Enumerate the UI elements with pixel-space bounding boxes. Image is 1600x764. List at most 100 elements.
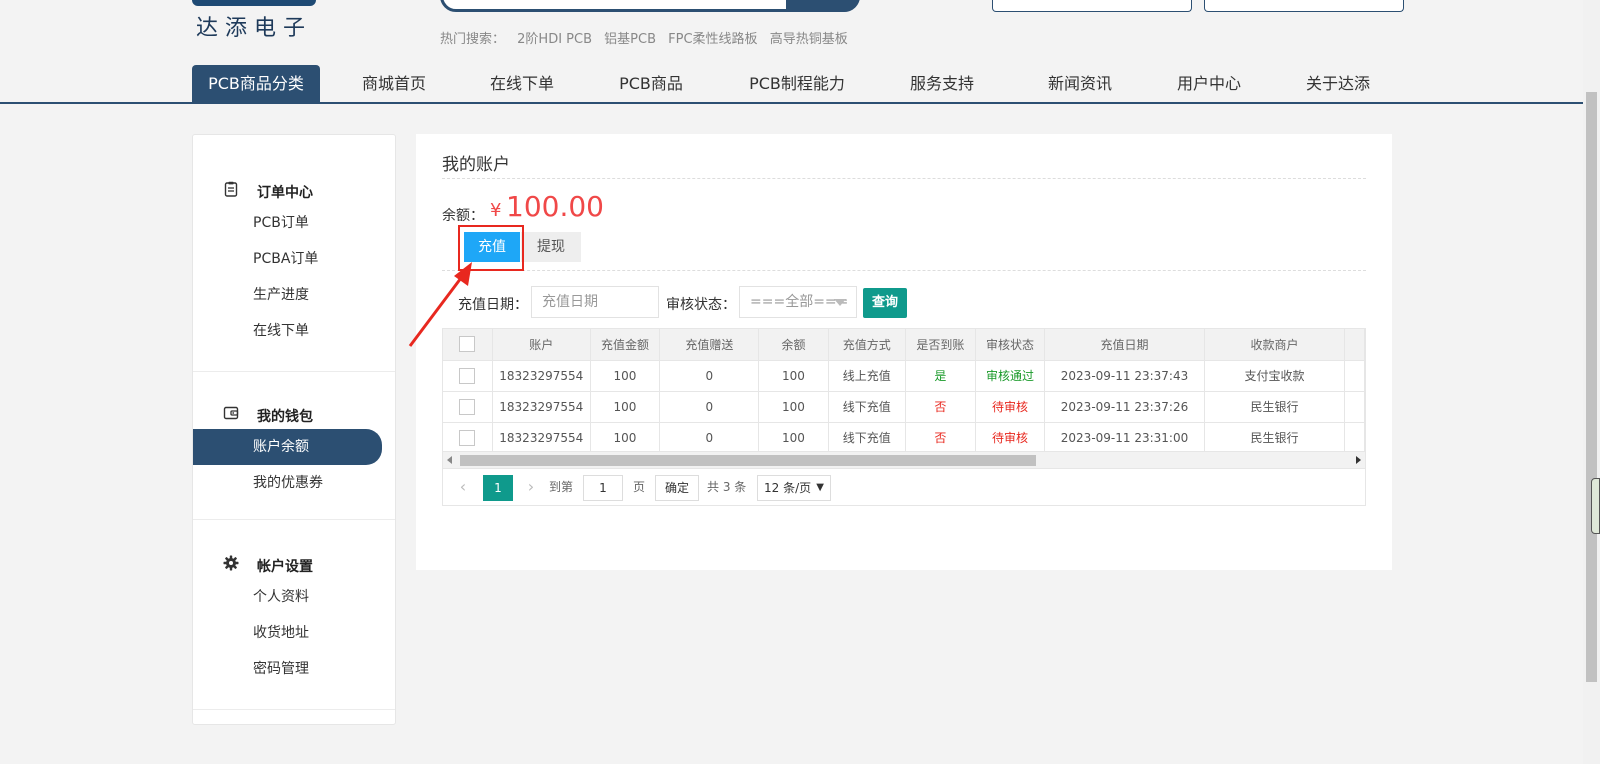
column-header: 余额 [758, 329, 829, 361]
nav-pcb-products[interactable]: PCB商品 [576, 65, 726, 103]
account-panel: 我的账户 余额： ¥ 100.00 充值 提现 充值日期： 充值日期 审核状态：… [416, 134, 1392, 570]
cell-overflow [1344, 360, 1365, 392]
balance-value: 100.00 [506, 190, 604, 223]
search-button[interactable] [786, 0, 860, 12]
nav-about[interactable]: 关于达添 [1274, 65, 1402, 103]
cell-date: 2023-09-11 23:37:43 [1044, 360, 1205, 392]
cell-account: 18323297554 [492, 391, 591, 423]
table-row[interactable]: 18323297554 100 0 100 线下充值 否 待审核 2023-09… [443, 422, 1365, 454]
side-widget-icon[interactable] [1591, 478, 1600, 534]
cell-date: 2023-09-11 23:37:26 [1044, 391, 1205, 423]
nav-news[interactable]: 新闻资讯 [1016, 65, 1144, 103]
sidebar-group-title: 订单中心 [193, 175, 395, 205]
cell-method: 线上充值 [828, 360, 907, 392]
sidebar-item-order-online[interactable]: 在线下单 [193, 313, 395, 349]
page-title: 我的账户 [442, 155, 510, 175]
sidebar-divider [193, 709, 395, 710]
clipboard-icon [224, 181, 238, 197]
hot-search-item[interactable]: FPC柔性线路板 [668, 32, 757, 47]
cell-balance: 100 [758, 422, 829, 454]
nav-order-online[interactable]: 在线下单 [468, 65, 576, 103]
sidebar-divider [193, 371, 395, 372]
cell-arrived: 否 [905, 422, 976, 454]
cell-merchant: 支付宝收款 [1204, 360, 1346, 392]
nav-user-center[interactable]: 用户中心 [1144, 65, 1274, 103]
sidebar-group-orders: 订单中心 PCB订单 PCBA订单 生产进度 在线下单 [193, 175, 395, 349]
hot-search: 热门搜索： 2阶HDI PCB 铝基PCB FPC柔性线路板 高导热铜基板 [440, 28, 856, 47]
prev-page-icon[interactable]: ‹ [455, 479, 471, 495]
sidebar-item-account-balance[interactable]: 账户余额 [193, 429, 382, 465]
logo-mark [192, 0, 316, 6]
page-scrollbar[interactable] [1583, 0, 1600, 764]
sidebar-group-label: 我的钱包 [257, 409, 313, 425]
nav-home[interactable]: 商城首页 [320, 65, 468, 103]
recharge-table: 账户 充值金额 充值赠送 余额 充值方式 是否到账 审核状态 充值日期 收款商户… [442, 328, 1366, 506]
hot-search-item[interactable]: 2阶HDI PCB [517, 32, 592, 47]
hot-search-item[interactable]: 高导热铜基板 [770, 32, 848, 47]
cell-status: 审核通过 [975, 360, 1046, 392]
nav-pcb-capability[interactable]: PCB制程能力 [726, 65, 868, 103]
divider [442, 178, 1366, 179]
annotation-arrow-icon [408, 262, 472, 347]
table-row[interactable]: 18323297554 100 0 100 线上充值 是 审核通过 2023-0… [443, 360, 1365, 392]
goto-page-input[interactable]: 1 [583, 475, 623, 501]
goto-confirm-button[interactable]: 确定 [655, 475, 699, 501]
divider [442, 270, 1366, 271]
cell-account: 18323297554 [492, 360, 591, 392]
dropdown-arrow-icon: ▼ [816, 482, 824, 493]
chevron-down-icon [834, 299, 846, 306]
column-header: 充值金额 [590, 329, 661, 361]
sidebar-item-pcb-orders[interactable]: PCB订单 [193, 205, 395, 241]
row-checkbox[interactable] [459, 429, 476, 446]
page-suffix: 页 [633, 480, 646, 494]
header-link-box-2[interactable] [1204, 0, 1404, 12]
horizontal-scrollbar[interactable] [443, 451, 1365, 468]
column-header: 收款商户 [1204, 329, 1346, 361]
header-link-box-1[interactable] [992, 0, 1192, 12]
sidebar-divider [193, 519, 395, 520]
hot-search-label: 热门搜索： [440, 32, 506, 47]
scroll-left-icon[interactable] [447, 456, 452, 464]
page-number-current[interactable]: 1 [483, 475, 513, 501]
column-header-overflow [1344, 329, 1365, 361]
cell-account: 18323297554 [492, 422, 591, 454]
date-filter-input[interactable]: 充值日期 [531, 286, 659, 318]
goto-label: 到第 [549, 480, 574, 494]
site-header: 达添电子 热门搜索： 2阶HDI PCB 铝基PCB FPC柔性线路板 高导热铜… [0, 0, 1583, 104]
sidebar-item-progress[interactable]: 生产进度 [193, 277, 395, 313]
sidebar-item-address[interactable]: 收货地址 [193, 615, 395, 651]
column-header: 账户 [492, 329, 591, 361]
sidebar-group-settings: 帐户设置 个人资料 收货地址 密码管理 [193, 549, 395, 687]
status-filter-label: 审核状态： [666, 297, 736, 313]
column-header: 审核状态 [975, 329, 1046, 361]
balance-label: 余额： [442, 208, 484, 224]
row-checkbox[interactable] [459, 367, 476, 384]
sidebar-item-profile[interactable]: 个人资料 [193, 579, 395, 615]
sidebar-item-coupons[interactable]: 我的优惠券 [193, 465, 395, 501]
cell-bonus: 0 [659, 391, 760, 423]
cell-status: 待审核 [975, 422, 1046, 454]
query-button[interactable]: 查询 [863, 288, 907, 318]
logo-text: 达添电子 [196, 16, 313, 41]
sidebar: 订单中心 PCB订单 PCBA订单 生产进度 在线下单 我的钱包 账户余额 我的… [192, 134, 396, 725]
cell-amount: 100 [590, 391, 661, 423]
sidebar-item-password[interactable]: 密码管理 [193, 651, 395, 687]
nav-pcb-categories[interactable]: PCB商品分类 [192, 65, 320, 103]
site-logo[interactable]: 达添电子 [192, 0, 322, 41]
nav-service[interactable]: 服务支持 [868, 65, 1016, 103]
row-checkbox[interactable] [459, 398, 476, 415]
table-row[interactable]: 18323297554 100 0 100 线下充值 否 待审核 2023-09… [443, 391, 1365, 423]
scroll-right-icon[interactable] [1356, 456, 1361, 464]
column-header: 充值方式 [828, 329, 907, 361]
scrollbar-thumb[interactable] [460, 455, 1036, 466]
recharge-grid: 账户 充值金额 充值赠送 余额 充值方式 是否到账 审核状态 充值日期 收款商户… [443, 329, 1365, 454]
page-size-select[interactable]: 12 条/页 ▼ [757, 475, 831, 501]
page-scrollbar-thumb[interactable] [1586, 92, 1597, 682]
sidebar-item-pcba-orders[interactable]: PCBA订单 [193, 241, 395, 277]
next-page-icon[interactable]: › [523, 479, 539, 495]
hot-search-item[interactable]: 铝基PCB [604, 32, 656, 47]
row-select-cell [443, 422, 493, 454]
cell-balance: 100 [758, 360, 829, 392]
tab-withdraw[interactable]: 提现 [521, 232, 581, 262]
status-filter-select[interactable]: ===全部=== [739, 286, 857, 318]
